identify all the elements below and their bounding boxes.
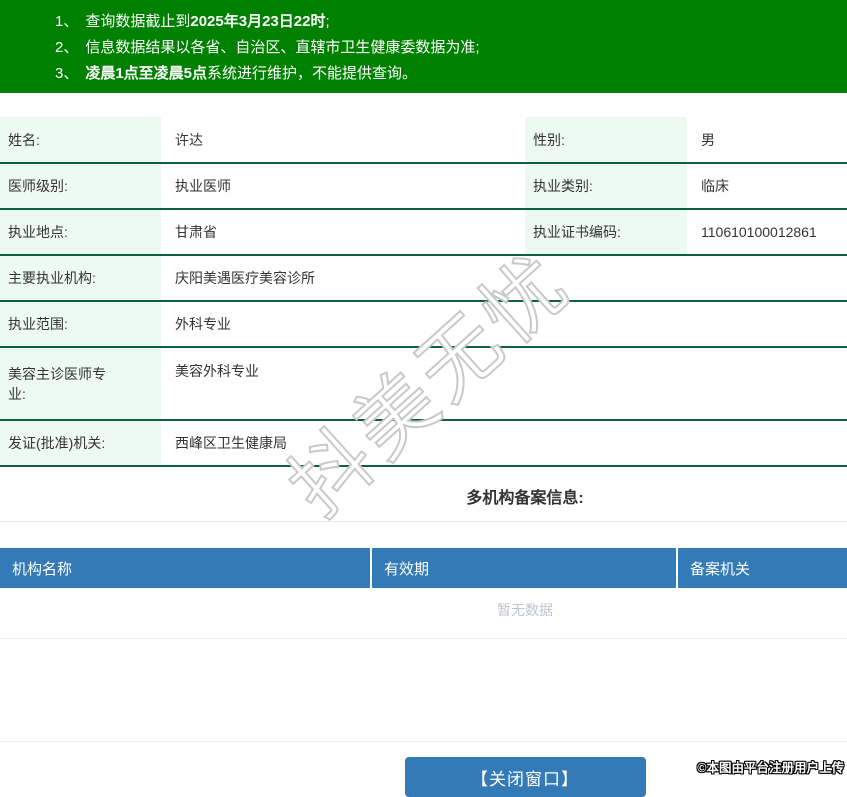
notice-banner: 1、 查询数据截止到2025年3月23日22时; 2、 信息数据结果以各省、自治区、… (0, 0, 847, 93)
issuing-authority-label: 发证(批准)机关: (0, 420, 161, 467)
divider (0, 521, 847, 522)
notice-line-1-tail: ; (325, 13, 330, 30)
table-row: 执业范围: 外科专业 (0, 301, 847, 348)
notice-line-2: 2、 信息数据结果以各省、自治区、直辖市卫生健康委数据为准; (55, 35, 847, 61)
certificate-number-value: 110610100012861 (687, 209, 847, 256)
close-window-button[interactable]: 【关闭窗口】 (404, 757, 646, 797)
notice-line-2-text: 信息数据结果以各省、自治区、直辖市卫生健康委数据为准; (85, 39, 480, 56)
cosmetic-chief-specialty-value: 美容外科专业 (161, 347, 847, 421)
gender-label: 性别: (525, 117, 687, 164)
table-row: 姓名: 许达 性别: 男 (0, 117, 847, 164)
practice-category-label: 执业类别: (525, 163, 687, 210)
cosmetic-chief-specialty-label: 美容主诊医师专业: (0, 347, 161, 421)
filing-table-header: 机构名称 有效期 备案机关 (0, 548, 847, 588)
notice-line-3: 3、 凌晨1点至凌晨5点系统进行维护，不能提供查询。 (55, 61, 847, 87)
notice-line-1-number: 1、 (55, 13, 79, 30)
notice-line-1-text: 查询数据截止到 (85, 13, 191, 30)
practice-scope-value: 外科专业 (161, 301, 847, 348)
column-header-institution-name: 机构名称 (12, 560, 73, 578)
main-institution-label: 主要执业机构: (0, 255, 161, 302)
notice-line-2-number: 2、 (55, 39, 79, 56)
notice-line-1-bold: 2025年3月23日22时 (190, 13, 326, 30)
table-row: 发证(批准)机关: 西峰区卫生健康局 (0, 420, 847, 467)
table-row: 医师级别: 执业医师 执业类别: 临床 (0, 163, 847, 210)
gender-value: 男 (687, 117, 847, 164)
table-row: 主要执业机构: 庆阳美遇医疗美容诊所 (0, 255, 847, 302)
name-label: 姓名: (0, 117, 161, 164)
column-header-validity-period: 有效期 (370, 548, 676, 588)
main-institution-value: 庆阳美遇医疗美容诊所 (161, 255, 847, 302)
empty-data-message: 暂无数据 (0, 588, 847, 639)
column-header-filing-authority: 备案机关 (676, 548, 847, 588)
table-row: 执业地点: 甘肃省 执业证书编码: 110610100012861 (0, 209, 847, 256)
copyright-stamp: ©本图由平台注册用户上传 (697, 761, 844, 775)
practice-scope-label: 执业范围: (0, 301, 161, 348)
practice-location-value: 甘肃省 (161, 209, 525, 256)
issuing-authority-value: 西峰区卫生健康局 (161, 420, 847, 467)
certificate-number-label: 执业证书编码: (525, 209, 687, 256)
page-container: 1、 查询数据截止到2025年3月23日22时; 2、 信息数据结果以各省、自治区、… (0, 0, 847, 797)
notice-line-3-tail: 系统进行维护，不能提供查询。 (207, 65, 418, 82)
filing-section-title: 多机构备案信息: (466, 490, 584, 507)
name-value: 许达 (161, 117, 525, 164)
practice-category-value: 临床 (687, 163, 847, 210)
doctor-level-value: 执业医师 (161, 163, 525, 210)
doctor-level-label: 医师级别: (0, 163, 161, 210)
notice-line-3-number: 3、 (55, 65, 79, 82)
table-row: 美容主诊医师专业: 美容外科专业 (0, 347, 847, 421)
practitioner-info-table: 姓名: 许达 性别: 男 医师级别: 执业医师 执业类别: 临床 执业地点: 甘… (0, 117, 847, 467)
notice-line-3-bold: 凌晨1点至凌晨5点 (85, 65, 208, 82)
practice-location-label: 执业地点: (0, 209, 161, 256)
notice-line-1: 1、 查询数据截止到2025年3月23日22时; (55, 9, 847, 35)
